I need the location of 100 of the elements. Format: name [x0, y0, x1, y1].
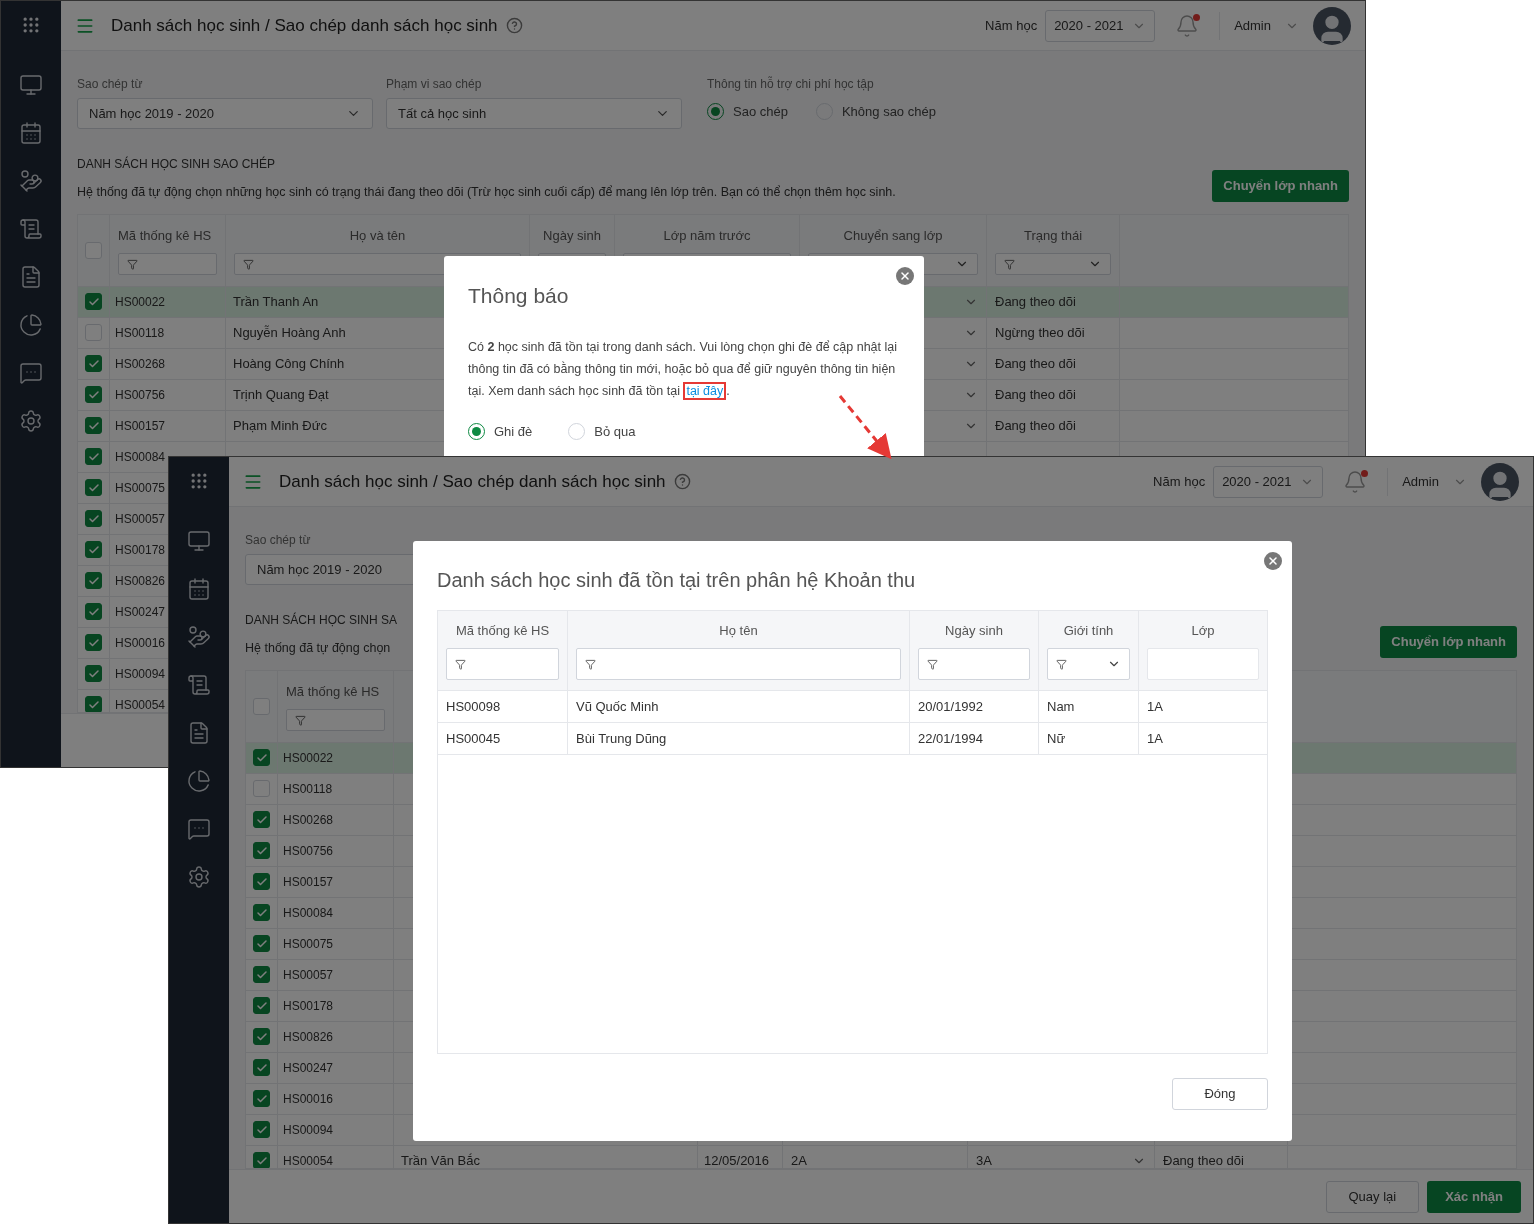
scroll-icon[interactable]	[187, 673, 211, 697]
filter-field[interactable]	[576, 648, 901, 681]
checkbox[interactable]	[253, 1028, 270, 1046]
checkbox[interactable]	[253, 1152, 270, 1168]
radio-option[interactable]: Không sao chép	[815, 102, 936, 122]
settings-icon[interactable]	[187, 865, 211, 889]
checkbox[interactable]	[85, 510, 102, 528]
year-select[interactable]: 2020 - 2021	[1045, 9, 1156, 42]
hand-coin-icon[interactable]	[19, 169, 43, 193]
check-icon	[255, 937, 268, 950]
column-header: Trạng thái	[1022, 226, 1084, 245]
student-code: HS00178	[283, 997, 334, 1015]
pie-chart-icon[interactable]	[187, 769, 211, 793]
student-code: HS00157	[115, 417, 166, 435]
monitor-icon[interactable]	[19, 73, 43, 97]
pie-chart-icon[interactable]	[19, 313, 43, 337]
checkbox[interactable]	[253, 904, 270, 922]
radio-option[interactable]: Sao chép	[707, 102, 788, 122]
student-code: HS00016	[115, 634, 166, 652]
column-header: Chuyển sang lớp	[842, 226, 944, 245]
annotation-arrow	[838, 395, 892, 460]
checkbox[interactable]	[253, 1121, 270, 1139]
user-name[interactable]: Admin	[1402, 471, 1439, 492]
close-button[interactable]	[896, 267, 914, 285]
checkbox[interactable]	[253, 749, 270, 767]
checkbox[interactable]	[253, 1090, 270, 1108]
document-icon[interactable]	[187, 721, 211, 745]
check-icon	[87, 636, 100, 649]
link[interactable]: tại đây	[686, 383, 724, 398]
student-code: HS00057	[283, 966, 334, 984]
radio-option[interactable]: Ghi đè	[468, 421, 533, 441]
quick-transfer-button[interactable]: Chuyển lớp nhanh	[1380, 625, 1517, 658]
help-icon[interactable]	[505, 17, 523, 34]
check-icon	[255, 999, 268, 1012]
hand-coin-icon[interactable]	[187, 625, 211, 649]
chat-icon[interactable]	[19, 361, 43, 385]
checkbox[interactable]	[85, 293, 102, 311]
avatar[interactable]	[1481, 462, 1519, 501]
checkbox[interactable]	[85, 603, 102, 621]
check-icon	[255, 1123, 268, 1136]
checkbox[interactable]	[253, 935, 270, 953]
checkbox[interactable]	[85, 541, 102, 559]
settings-icon[interactable]	[19, 409, 43, 433]
checkbox[interactable]	[85, 479, 102, 497]
avatar[interactable]	[1313, 6, 1351, 45]
checkbox[interactable]	[253, 997, 270, 1015]
page-title: Danh sách học sinh / Sao chép danh sách học sinh	[111, 14, 498, 37]
table-cell-text: Nam	[1047, 697, 1075, 716]
filter-field[interactable]	[1147, 648, 1259, 681]
calendar-icon[interactable]	[19, 121, 43, 145]
checkbox[interactable]	[85, 417, 102, 435]
column-header: Mã thống kê HS	[454, 621, 551, 640]
check-icon	[87, 512, 100, 525]
calendar-icon[interactable]	[187, 577, 211, 601]
close-dialog-button[interactable]: Đóng	[1172, 1078, 1268, 1110]
student-code: HS00094	[115, 665, 166, 683]
student-code: HS00022	[115, 293, 166, 311]
checkbox[interactable]	[253, 1059, 270, 1077]
filter-field[interactable]	[118, 253, 217, 275]
bell-icon[interactable]	[1343, 469, 1368, 494]
student-code: HS00756	[115, 386, 166, 404]
filter-field[interactable]	[446, 648, 559, 681]
confirm-button[interactable]: Xác nhận	[1427, 1180, 1521, 1213]
apps-icon[interactable]	[21, 15, 41, 35]
field-label: Phạm vi sao chép	[386, 76, 483, 93]
close-button[interactable]	[1264, 552, 1282, 570]
check-icon	[87, 698, 100, 711]
checkbox[interactable]	[85, 665, 102, 683]
check-icon	[255, 1092, 268, 1105]
help-icon[interactable]	[673, 473, 691, 490]
checkbox[interactable]	[253, 811, 270, 829]
select-field[interactable]: Tất cả học sinh	[386, 98, 682, 129]
select-field[interactable]: Năm học 2019 - 2020	[77, 98, 373, 129]
filter-field[interactable]	[918, 648, 1030, 681]
document-icon[interactable]	[19, 265, 43, 289]
radio-option[interactable]: Bỏ qua	[568, 421, 636, 441]
user-name[interactable]: Admin	[1234, 15, 1271, 36]
check-icon	[87, 419, 100, 432]
student-name: Nguyễn Hoàng Anh	[233, 324, 346, 342]
checkbox[interactable]	[85, 355, 102, 373]
back-button[interactable]: Quay lại	[1325, 1180, 1420, 1213]
filter-field[interactable]	[286, 709, 385, 731]
checkbox[interactable]	[85, 634, 102, 652]
apps-icon[interactable]	[189, 471, 209, 491]
checkbox[interactable]	[253, 842, 270, 860]
checkbox[interactable]	[85, 572, 102, 590]
chat-icon[interactable]	[187, 817, 211, 841]
check-icon	[255, 968, 268, 981]
student-code: HS00268	[283, 811, 334, 829]
bell-icon[interactable]	[1175, 13, 1200, 38]
checkbox[interactable]	[85, 696, 102, 712]
checkbox[interactable]	[253, 966, 270, 984]
quick-transfer-button[interactable]: Chuyển lớp nhanh	[1212, 169, 1349, 202]
checkbox[interactable]	[85, 448, 102, 466]
checkbox[interactable]	[253, 873, 270, 891]
monitor-icon[interactable]	[187, 529, 211, 553]
check-icon	[87, 388, 100, 401]
scroll-icon[interactable]	[19, 217, 43, 241]
year-select[interactable]: 2020 - 2021	[1213, 465, 1324, 498]
checkbox[interactable]	[85, 386, 102, 404]
